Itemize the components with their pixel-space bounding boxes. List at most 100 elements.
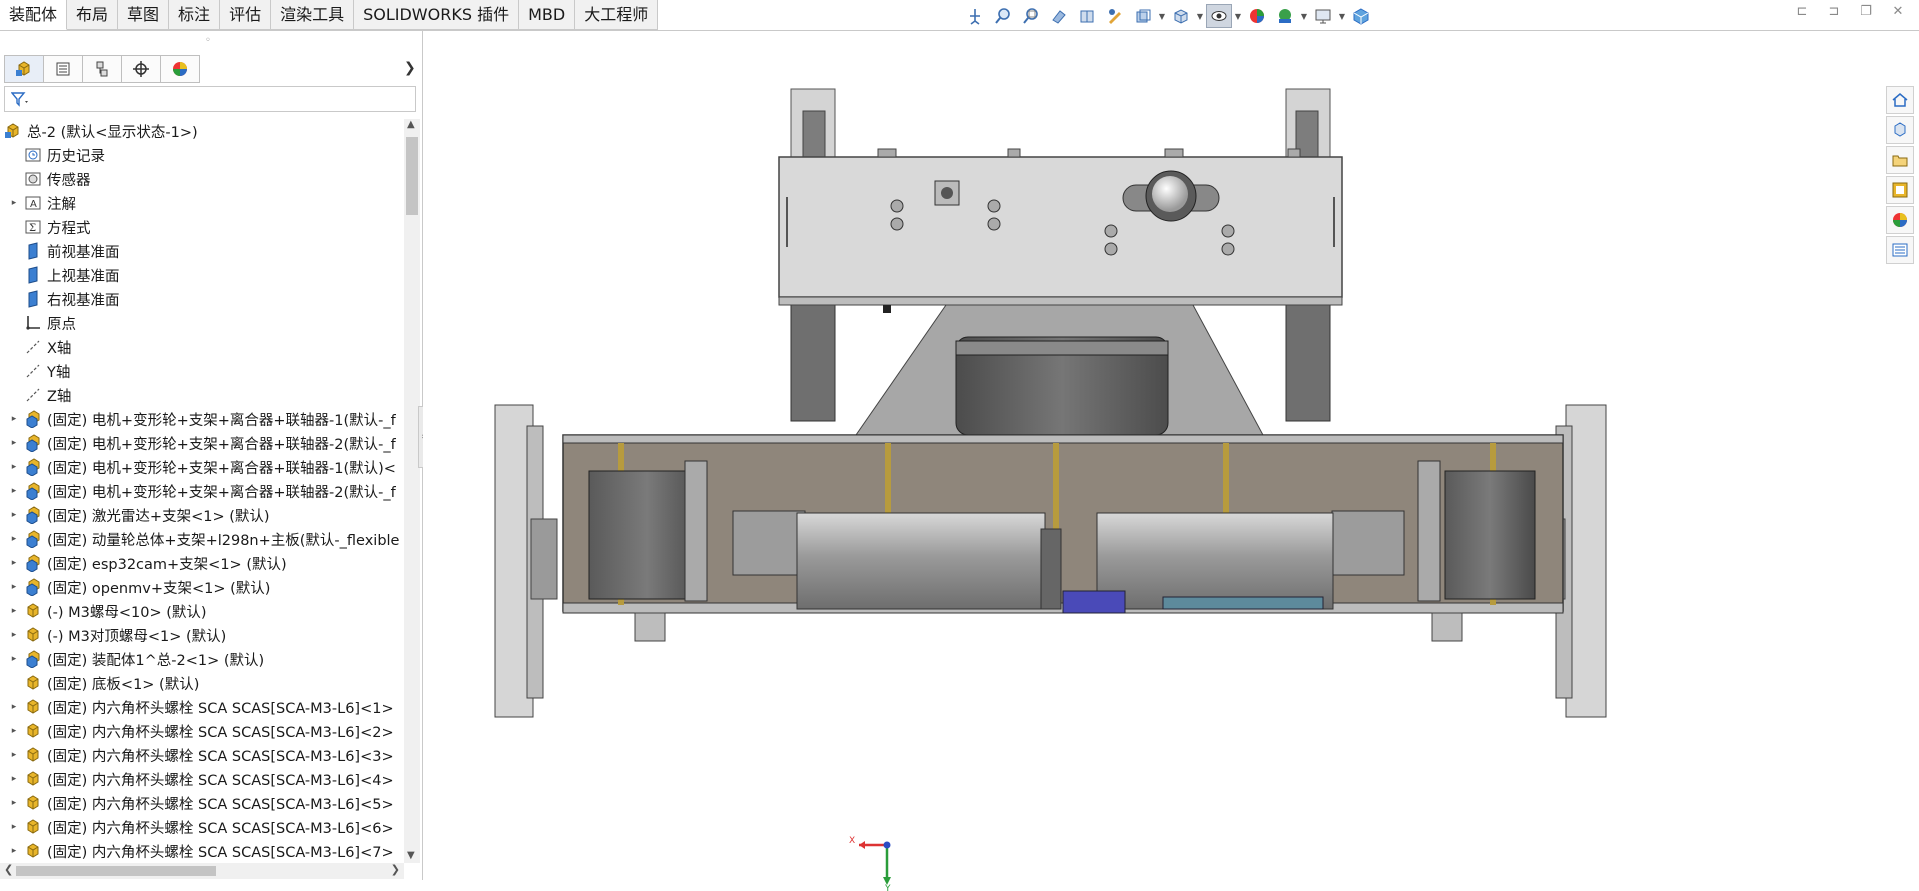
tab-2[interactable]: 草图: [118, 0, 170, 30]
tree-item[interactable]: ▸ (固定) 内六角杯头螺栓 SCA SCAS[SCA-M3-L6]<4>: [0, 767, 404, 791]
tree-item[interactable]: ▸ (固定) 内六角杯头螺栓 SCA SCAS[SCA-M3-L6]<2>: [0, 719, 404, 743]
expand-arrow-icon[interactable]: ▸: [8, 558, 20, 568]
tile-right-icon[interactable]: ⊐: [1825, 4, 1843, 19]
tab-8[interactable]: 大工程师: [575, 0, 659, 30]
tree-item[interactable]: ▸ (固定) 动量轮总体+支架+l298n+主板(默认-_flexible: [0, 527, 404, 551]
previous-view-icon[interactable]: [1046, 4, 1072, 28]
tab-4[interactable]: 评估: [220, 0, 272, 30]
tree-item[interactable]: ▸ (固定) 内六角杯头螺栓 SCA SCAS[SCA-M3-L6]<6>: [0, 815, 404, 839]
hide-show-items-icon[interactable]: [1206, 4, 1232, 28]
dynamic-annotation-icon[interactable]: [1102, 4, 1128, 28]
tree-item[interactable]: ▸ (固定) 内六角杯头螺栓 SCA SCAS[SCA-M3-L6]<5>: [0, 791, 404, 815]
custom-properties-icon[interactable]: [1886, 236, 1914, 264]
tree-filter-bar[interactable]: [4, 86, 416, 112]
scrollbar-thumb[interactable]: [16, 866, 216, 876]
tree-item[interactable]: (固定) 底板<1> (默认): [0, 671, 404, 695]
expand-arrow-icon[interactable]: ▸: [8, 582, 20, 592]
restore-icon[interactable]: ❐: [1857, 4, 1875, 19]
tree-item[interactable]: ▸ (固定) 内六角杯头螺栓 SCA SCAS[SCA-M3-L6]<7>: [0, 839, 404, 863]
featuremanager-tab[interactable]: [4, 55, 44, 83]
zoom-to-fit-icon[interactable]: [990, 4, 1016, 28]
file-explorer-icon[interactable]: [1886, 146, 1914, 174]
scroll-left-icon[interactable]: ❮: [4, 863, 13, 876]
tree-item[interactable]: 上视基准面: [0, 263, 404, 287]
graphics-area[interactable]: X Y: [423, 31, 1919, 891]
filter-icon[interactable]: [10, 91, 29, 111]
section-view-icon[interactable]: [1074, 4, 1100, 28]
zoom-area-icon[interactable]: [1018, 4, 1044, 28]
tree-item[interactable]: ▸ (固定) 装配体1^总-2<1> (默认): [0, 647, 404, 671]
scrollbar-thumb[interactable]: [406, 137, 418, 215]
tree-item[interactable]: ▸ (固定) 激光雷达+支架<1> (默认): [0, 503, 404, 527]
chevron-down-icon[interactable]: ▼: [1338, 4, 1346, 28]
tree-item[interactable]: ▸ (固定) 内六角杯头螺栓 SCA SCAS[SCA-M3-L6]<1>: [0, 695, 404, 719]
view-settings-monitor-icon[interactable]: [1310, 4, 1336, 28]
tree-item[interactable]: ▸ (固定) 电机+变形轮+支架+离合器+联轴器-2(默认-_f: [0, 431, 404, 455]
expand-arrow-icon[interactable]: ▸: [8, 534, 20, 544]
edit-appearance-icon[interactable]: [1244, 4, 1270, 28]
tree-item[interactable]: 原点: [0, 311, 404, 335]
scroll-down-icon[interactable]: ▼: [407, 850, 415, 861]
3d-view-icon[interactable]: [1348, 4, 1374, 28]
view-orientation-icon[interactable]: [962, 4, 988, 28]
tile-left-icon[interactable]: ⊏: [1793, 4, 1811, 19]
tree-item[interactable]: 右视基准面: [0, 287, 404, 311]
tab-6[interactable]: SOLIDWORKS 插件: [354, 0, 520, 30]
tree-item[interactable]: ▸ (固定) 电机+变形轮+支架+离合器+联轴器-1(默认)<: [0, 455, 404, 479]
tree-item[interactable]: 总-2 (默认<显示状态-1>): [0, 119, 404, 143]
tree-item[interactable]: ▸ (-) M3对顶螺母<1> (默认): [0, 623, 404, 647]
tab-5[interactable]: 渲染工具: [271, 0, 355, 30]
tree-item[interactable]: 传感器: [0, 167, 404, 191]
expand-arrow-icon[interactable]: ▸: [8, 726, 20, 736]
expand-arrow-icon[interactable]: ▸: [8, 750, 20, 760]
tree-item[interactable]: ▸ (固定) esp32cam+支架<1> (默认): [0, 551, 404, 575]
close-icon[interactable]: ✕: [1889, 4, 1907, 19]
expand-arrow-icon[interactable]: ▸: [8, 822, 20, 832]
expand-arrow-icon[interactable]: ▸: [8, 774, 20, 784]
chevron-down-icon[interactable]: ▼: [1234, 4, 1242, 28]
assembly-model-view[interactable]: [423, 31, 1919, 880]
solidworks-resources-icon[interactable]: [1886, 86, 1914, 114]
scroll-right-icon[interactable]: ❯: [391, 863, 400, 876]
apply-scene-icon[interactable]: [1272, 4, 1298, 28]
tree-vertical-scrollbar[interactable]: ▲ ▼: [404, 119, 420, 863]
propertymanager-tab[interactable]: [44, 55, 83, 83]
expand-arrow-icon[interactable]: ▸: [8, 798, 20, 808]
tab-7[interactable]: MBD: [519, 0, 576, 30]
tab-1[interactable]: 布局: [67, 0, 119, 30]
chevron-right-icon[interactable]: ❯: [404, 60, 416, 76]
tree-item[interactable]: ▸ (固定) 电机+变形轮+支架+离合器+联轴器-1(默认-_f: [0, 407, 404, 431]
expand-arrow-icon[interactable]: ▸: [8, 486, 20, 496]
expand-arrow-icon[interactable]: ▸: [8, 702, 20, 712]
dimxpertmanager-tab[interactable]: [122, 55, 161, 83]
design-library-icon[interactable]: [1886, 116, 1914, 144]
tree-item[interactable]: 历史记录: [0, 143, 404, 167]
configurationmanager-tab[interactable]: [83, 55, 122, 83]
display-style-icon[interactable]: [1168, 4, 1194, 28]
appearances-icon[interactable]: [1886, 206, 1914, 234]
chevron-down-icon[interactable]: ▼: [1196, 4, 1204, 28]
view-palette-icon[interactable]: [1886, 176, 1914, 204]
tree-item[interactable]: Y轴: [0, 359, 404, 383]
tree-item[interactable]: ▸ (-) M3螺母<10> (默认): [0, 599, 404, 623]
tab-3[interactable]: 标注: [169, 0, 221, 30]
tab-0[interactable]: 装配体: [0, 0, 68, 30]
tree-horizontal-scrollbar[interactable]: ❮ ❯: [0, 863, 404, 879]
displaymanager-tab[interactable]: [161, 55, 200, 83]
tree-item[interactable]: 前视基准面: [0, 239, 404, 263]
tree-item[interactable]: Σ 方程式: [0, 215, 404, 239]
tree-item[interactable]: ▸ (固定) 电机+变形轮+支架+离合器+联轴器-2(默认-_f: [0, 479, 404, 503]
chevron-down-icon[interactable]: ▼: [1158, 4, 1166, 28]
view-settings-icon[interactable]: [1130, 4, 1156, 28]
tree-item[interactable]: Z轴: [0, 383, 404, 407]
tree-item[interactable]: ▸ (固定) openmv+支架<1> (默认): [0, 575, 404, 599]
scroll-up-icon[interactable]: ▲: [407, 119, 415, 130]
tree-item[interactable]: ▸ (固定) 内六角杯头螺栓 SCA SCAS[SCA-M3-L6]<3>: [0, 743, 404, 767]
expand-arrow-icon[interactable]: ▸: [8, 654, 20, 664]
expand-arrow-icon[interactable]: ▸: [8, 846, 20, 856]
expand-arrow-icon[interactable]: ▸: [8, 414, 20, 424]
expand-arrow-icon[interactable]: ▸: [8, 510, 20, 520]
expand-arrow-icon[interactable]: ▸: [8, 630, 20, 640]
chevron-down-icon[interactable]: ▼: [1300, 4, 1308, 28]
expand-arrow-icon[interactable]: ▸: [8, 606, 20, 616]
